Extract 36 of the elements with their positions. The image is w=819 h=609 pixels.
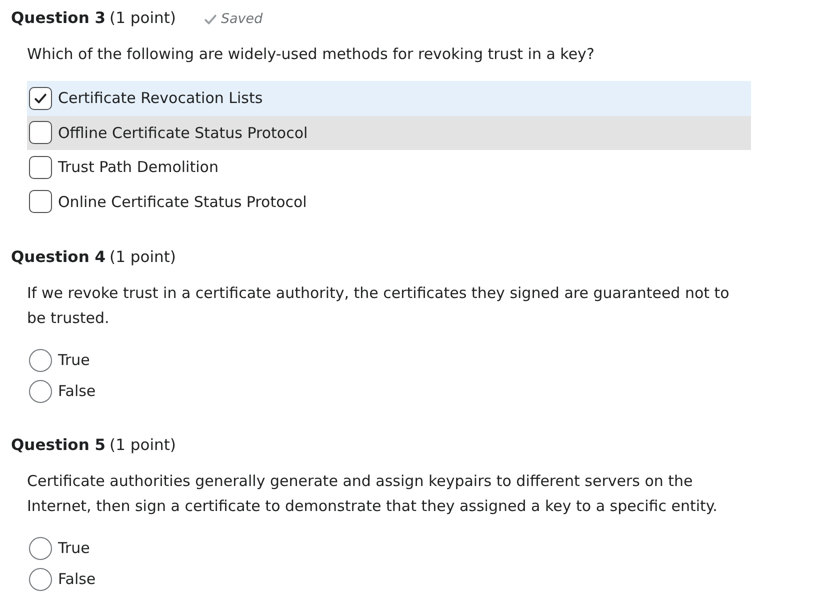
checkbox[interactable] bbox=[29, 121, 52, 144]
question-text: Certificate authorities generally generate and assign keypairs to different servers on the Internet, then sign a certificate to demonstrate that they assigned a key to a specific entity. bbox=[27, 471, 718, 517]
radio-option[interactable]: False bbox=[27, 564, 751, 595]
checkbox[interactable] bbox=[29, 86, 52, 110]
radio-option[interactable]: False bbox=[27, 376, 751, 407]
checkbox-option[interactable]: Offline Certificate Status Protocol bbox=[27, 116, 751, 150]
radio-option[interactable]: True bbox=[27, 533, 751, 564]
question-text: If we revoke trust in a certificate authority, the certificates they signed are guaranteed not to be trusted. bbox=[27, 283, 730, 329]
option-label: Online Certificate Status Protocol bbox=[58, 192, 307, 212]
question-points: (1 point) bbox=[110, 435, 176, 456]
option-label: False bbox=[58, 569, 96, 590]
checkmark-icon bbox=[34, 92, 47, 105]
radio-button[interactable] bbox=[29, 349, 52, 372]
question-points: (1 point) bbox=[110, 8, 176, 30]
radio-button[interactable] bbox=[29, 537, 52, 560]
question-title: Question 5 bbox=[11, 435, 106, 456]
option-label: False bbox=[58, 381, 96, 402]
option-label: Trust Path Demolition bbox=[58, 157, 218, 178]
radio-option[interactable]: True bbox=[27, 345, 751, 376]
checkbox-option[interactable]: Trust Path Demolition bbox=[27, 150, 751, 184]
option-label: True bbox=[58, 350, 90, 372]
option-label: Certificate Revocation Lists bbox=[58, 88, 263, 109]
question-text: Which of the following are widely-used methods for revoking trust in a key? bbox=[27, 44, 596, 65]
checkmark-icon bbox=[204, 12, 217, 26]
question-title: Question 4 bbox=[11, 247, 106, 268]
checkbox[interactable] bbox=[29, 156, 52, 179]
saved-status: Saved bbox=[220, 10, 263, 29]
radio-button[interactable] bbox=[29, 568, 52, 591]
question-points: (1 point) bbox=[110, 247, 176, 268]
checkbox-option[interactable]: Certificate Revocation Lists bbox=[27, 81, 751, 116]
option-label: Offline Certificate Status Protocol bbox=[58, 122, 308, 144]
radio-button[interactable] bbox=[29, 380, 52, 403]
question-title: Question 3 bbox=[11, 8, 106, 30]
checkbox-option[interactable]: Online Certificate Status Protocol bbox=[27, 184, 751, 219]
option-label: True bbox=[58, 538, 90, 560]
checkbox[interactable] bbox=[29, 190, 52, 214]
